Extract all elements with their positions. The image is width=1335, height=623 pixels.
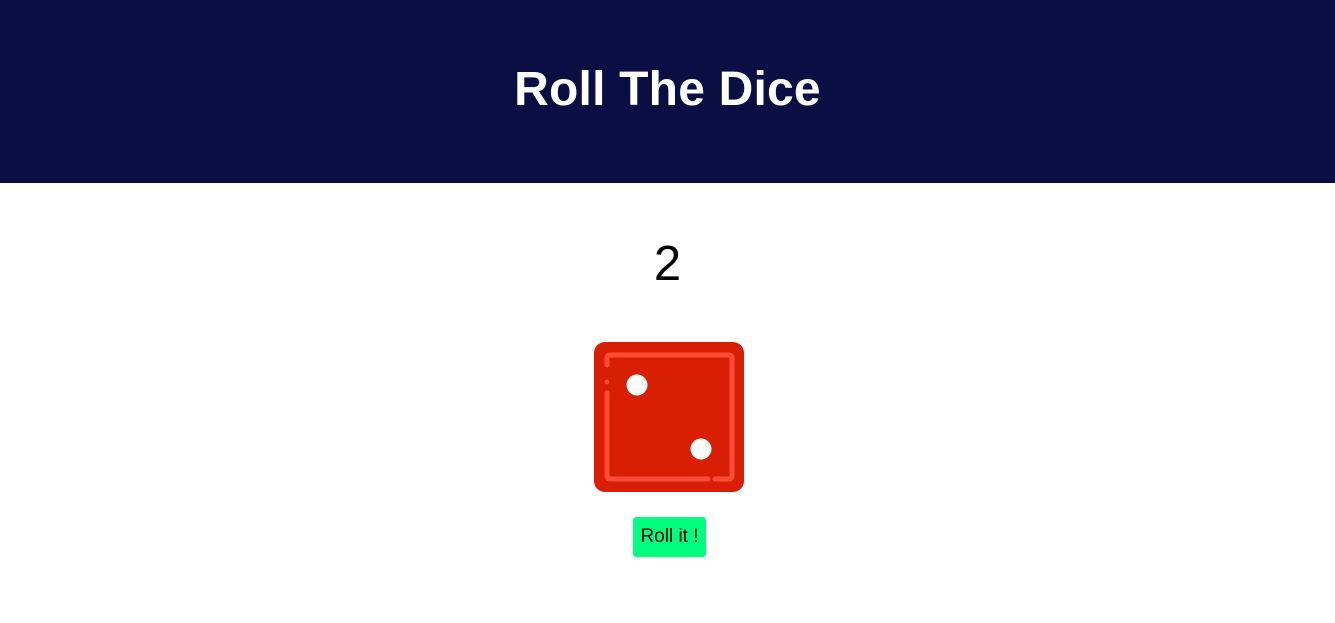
app-header: Roll The Dice	[0, 0, 1335, 183]
dice-result-number: 2	[653, 237, 682, 291]
roll-button[interactable]: Roll it !	[633, 517, 706, 557]
dice-two-icon	[594, 342, 744, 492]
dice-border-dot	[604, 379, 610, 385]
dice-face	[594, 342, 744, 492]
page-title: Roll The Dice	[514, 62, 821, 116]
dice-pip-top-left	[626, 374, 648, 396]
dice-pip-bottom-right	[690, 438, 712, 460]
